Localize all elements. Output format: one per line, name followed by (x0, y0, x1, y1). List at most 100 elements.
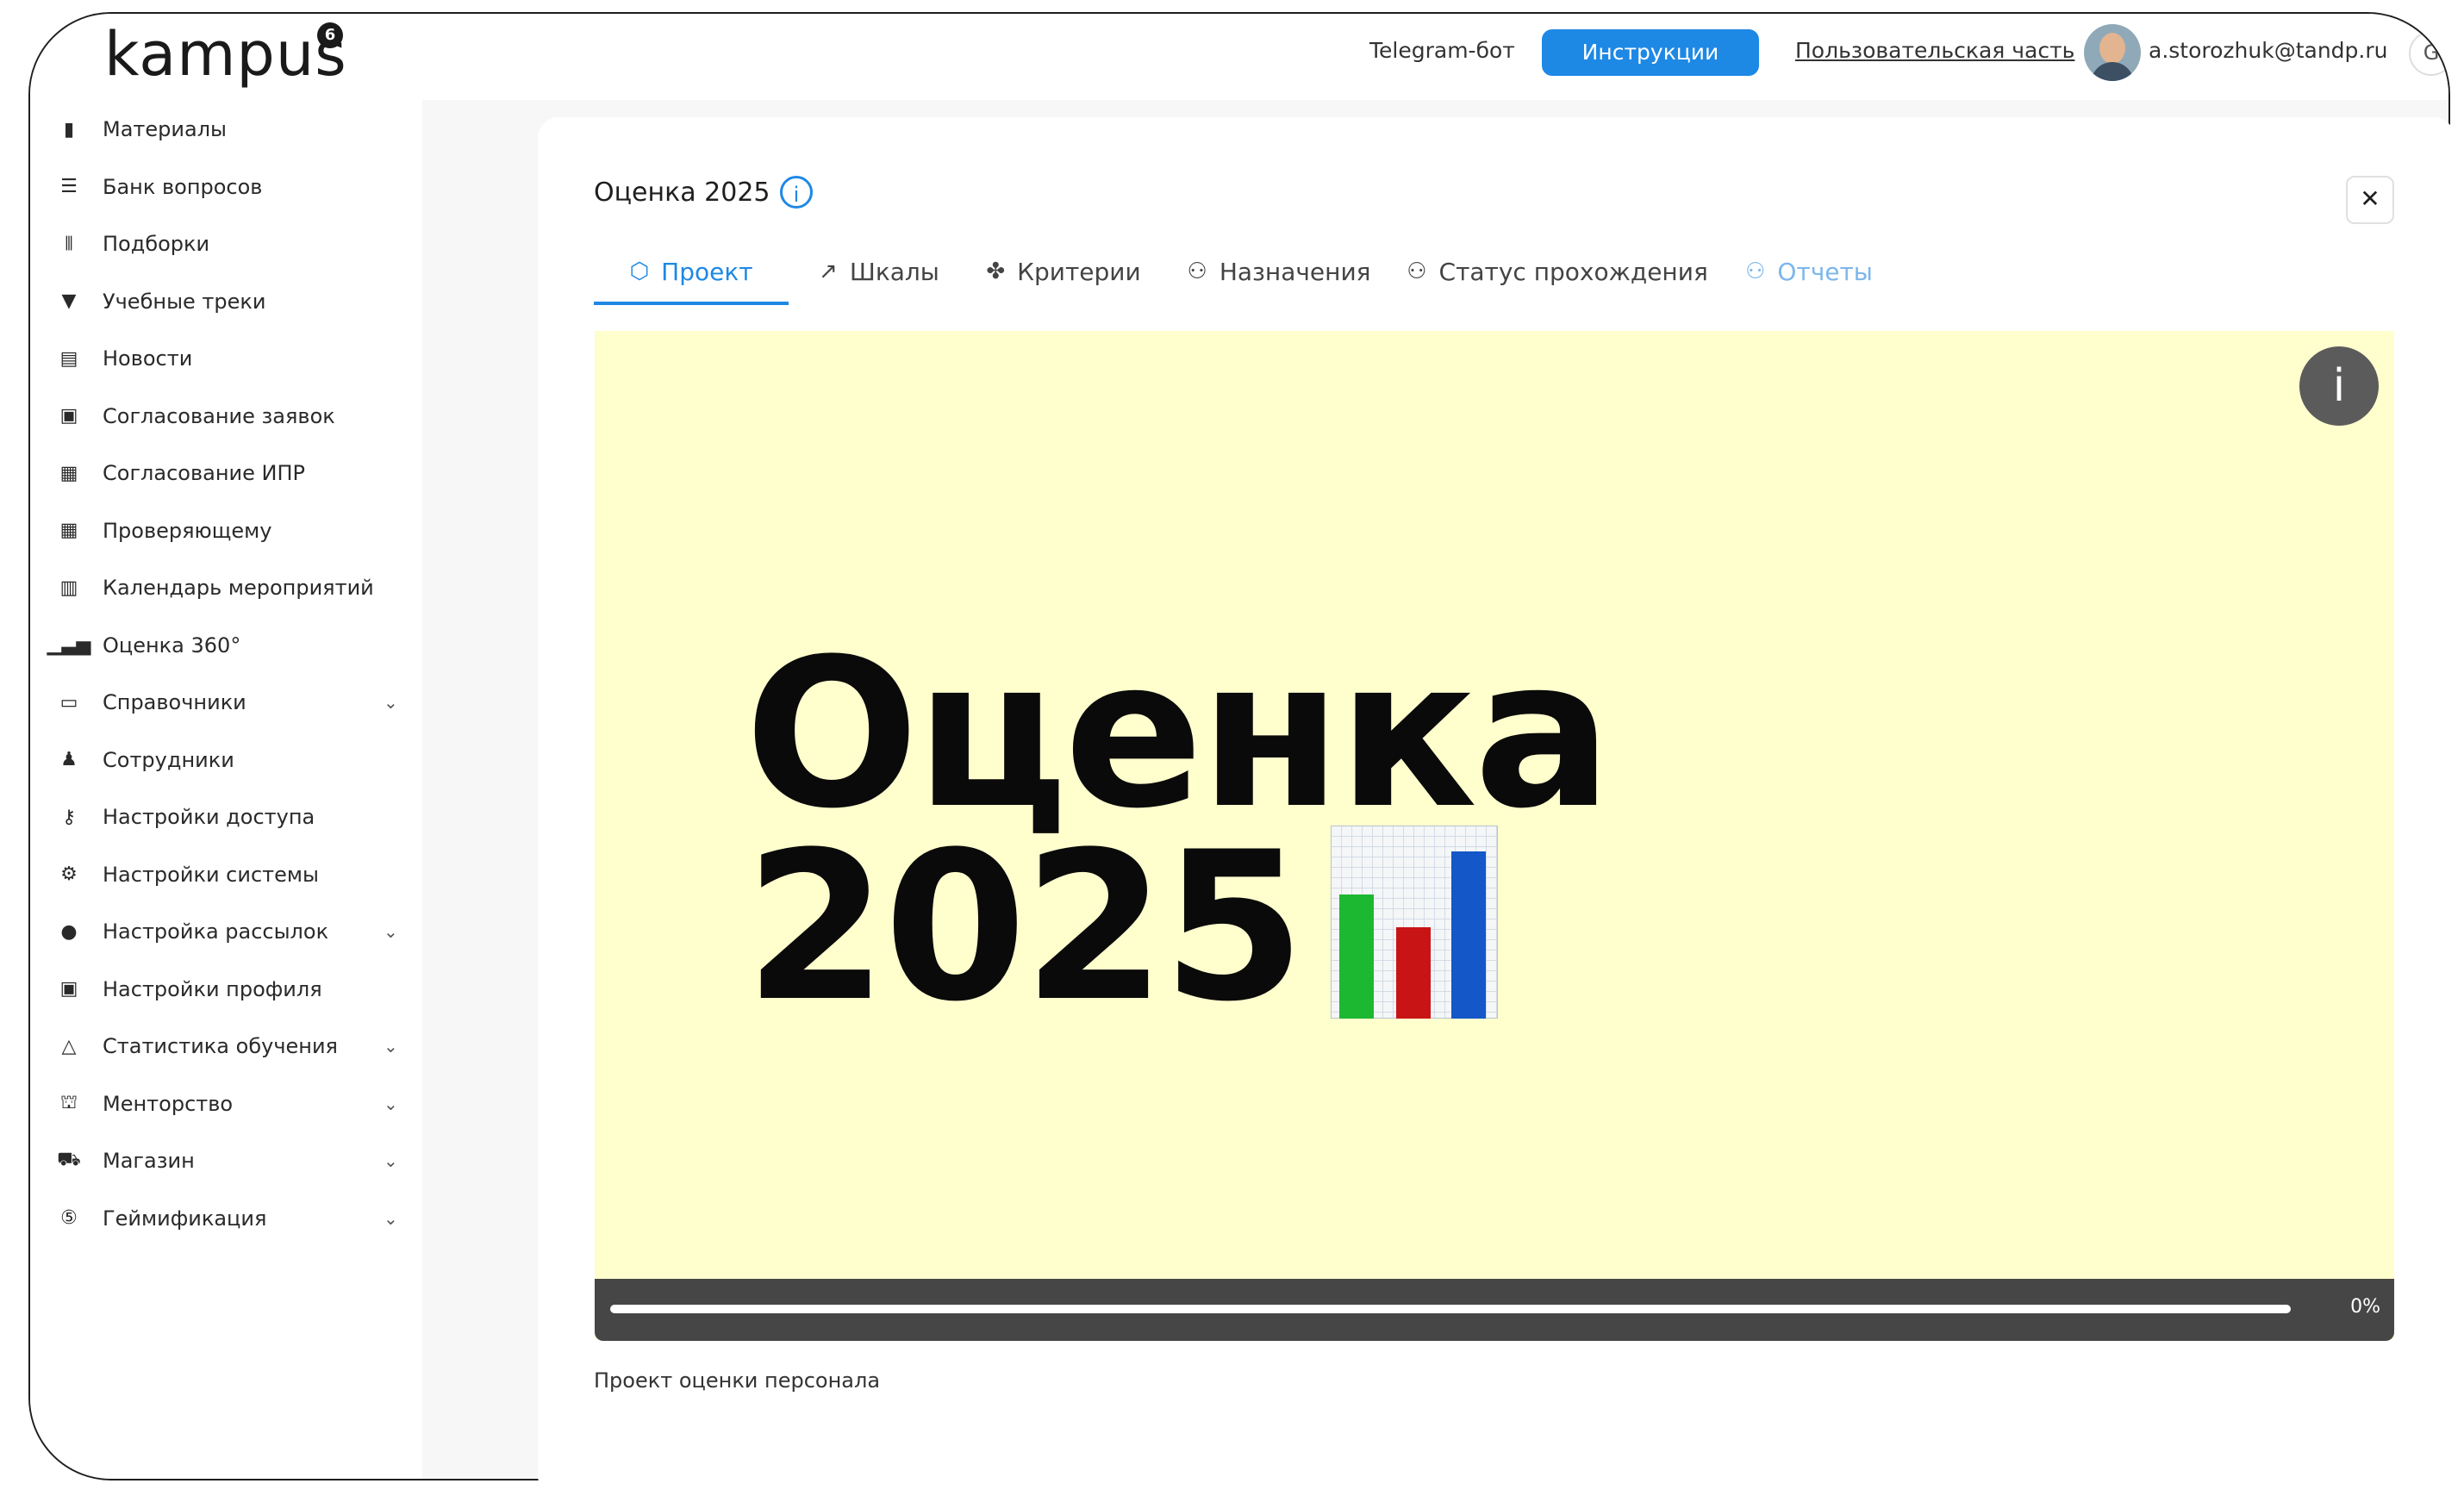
sidebar-item-1[interactable]: ▮ Материалы (30, 105, 409, 153)
gear-icon: ⚙ (60, 863, 78, 885)
sidebar-item-18[interactable]: ⛫ Менторство ⌄ (30, 1080, 409, 1128)
sidebar-item-label: Настройки доступа (103, 805, 315, 829)
media-info-icon[interactable]: i (2299, 346, 2379, 426)
video-progress-bar[interactable]: 0% (595, 1279, 2394, 1341)
sidebar-item-label: Настройки профиля (103, 976, 322, 1001)
tab-3[interactable]: ✤ Критерии (975, 241, 1152, 302)
users-icon: ♟ (60, 749, 78, 770)
kampus-logo[interactable]: kampus (104, 19, 347, 90)
criteria-icon: ✤ (986, 259, 1006, 284)
sidebar-item-20[interactable]: ⑤ Геймификация ⌄ (30, 1194, 409, 1243)
avatar[interactable] (2084, 24, 2141, 81)
bar-chart-emoji-icon (1331, 826, 1498, 1019)
sidebar-item-label: Подборки (103, 232, 210, 256)
sidebar-item-8[interactable]: ▦ Проверяющему (30, 507, 409, 555)
library-icon: ⫴ (65, 233, 73, 255)
info-icon[interactable]: i (780, 176, 813, 209)
chevron-down-icon[interactable]: ⌄ (384, 1036, 398, 1057)
sidebar-item-label: Проверяющему (103, 518, 272, 543)
book-icon: ▮ (63, 118, 75, 140)
page-title: Оценка 2025 (594, 178, 770, 208)
sidebar-item-4[interactable]: ▼ Учебные треки (30, 277, 409, 326)
tab-bar: ⬡ Проект ↗ Шкалы ✤ Критерии ⚇ Назначения ⚇ Статус… (594, 241, 2412, 310)
warning-icon: △ (61, 1035, 77, 1057)
users-status-icon: ⚇ (1407, 259, 1427, 284)
close-button[interactable]: ✕ (2346, 176, 2394, 224)
red-bar (1396, 927, 1431, 1019)
sidebar-item-label: Статистика обучения (103, 1034, 338, 1058)
telegram-bot-link[interactable]: Telegram-бот (1369, 38, 1515, 63)
user-part-link[interactable]: Пользовательская часть (1795, 38, 2074, 63)
org-chart-icon: ⛫ (59, 1091, 78, 1113)
document-search-icon: ▦ (59, 462, 78, 484)
sidebar-item-14[interactable]: ⚙ Настройки системы (30, 851, 409, 899)
top-header: kampus 6 Telegram-бот Инструкции Пользов… (30, 14, 2448, 102)
sidebar-item-15[interactable]: ● Настройка рассылок ⌄ (30, 907, 409, 956)
sidebar-item-10[interactable]: ▁▃▅ Оценка 360° (30, 621, 409, 670)
logo-badge: 6 (317, 22, 343, 48)
sidebar-item-16[interactable]: ▣ Настройки профиля (30, 965, 409, 1013)
sidebar-item-label: Справочники (103, 690, 246, 714)
user-email[interactable]: a.storozhuk@tandp.ru (2149, 38, 2387, 63)
bookmark-icon: ▼ (61, 290, 77, 312)
chat-icon: ● (60, 920, 78, 943)
sidebar-item-label: Материалы (103, 117, 227, 141)
cube-icon: ⬡ (629, 259, 650, 284)
blue-bar (1451, 851, 1486, 1019)
calendar-icon: ▥ (59, 577, 78, 599)
sidebar-item-11[interactable]: ▭ Справочники ⌄ (30, 678, 409, 726)
sidebar-item-label: Календарь мероприятий (103, 576, 374, 600)
sidebar-item-7[interactable]: ▦ Согласование ИПР (30, 449, 409, 497)
video-preview[interactable]: i Оценка 2025 (595, 331, 2394, 1339)
tab-2[interactable]: ↗ Шкалы (806, 241, 952, 302)
sidebar-item-label: Магазин (103, 1149, 195, 1173)
sidebar-item-17[interactable]: △ Статистика обучения ⌄ (30, 1022, 409, 1070)
chevron-down-icon[interactable]: ⌄ (384, 692, 398, 713)
tab-5[interactable]: ⚇ Статус прохождения (1402, 241, 1712, 302)
key-icon: ⚷ (61, 806, 77, 828)
preview-year: 2025 (745, 808, 1305, 1047)
sidebar-item-12[interactable]: ♟ Сотрудники (30, 736, 409, 784)
sidebar-item-13[interactable]: ⚷ Настройки доступа (30, 793, 409, 841)
chevron-down-icon[interactable]: ⌄ (384, 921, 398, 942)
sidebar-item-label: Оценка 360° (103, 633, 241, 658)
sidebar-item-9[interactable]: ▥ Календарь мероприятий (30, 564, 409, 612)
chevron-down-icon[interactable]: ⌄ (384, 1150, 398, 1171)
sidebar-item-label: Банк вопросов (103, 174, 263, 199)
sidebar-item-19[interactable]: ⛟ Магазин ⌄ (30, 1137, 409, 1185)
cart-icon: ⛟ (57, 1149, 81, 1170)
tab-4[interactable]: ⚇ Назначения (1173, 241, 1385, 302)
tab-label: Шкалы (849, 257, 939, 286)
database-icon: ☰ (60, 176, 78, 197)
project-description: Проект оценки персонала (594, 1368, 881, 1393)
chevron-down-icon[interactable]: ⌄ (384, 1208, 398, 1229)
sidebar-item-label: Согласование заявок (103, 403, 335, 428)
green-bar (1339, 894, 1374, 1019)
sidebar-item-label: Геймификация (103, 1206, 267, 1231)
sidebar-item-5[interactable]: ▤ Новости (30, 334, 409, 383)
chevron-down-icon[interactable]: ⌄ (384, 1094, 398, 1114)
sidebar-item-3[interactable]: ⫴ Подборки (30, 220, 409, 268)
sidebar-item-6[interactable]: ▣ Согласование заявок (30, 392, 409, 440)
newspaper-icon: ▤ (59, 347, 78, 370)
profile-card-icon: ▣ (59, 978, 78, 1000)
sidebar-item-label: Настройки системы (103, 862, 319, 887)
coin-icon: ⑤ (60, 1207, 78, 1229)
sidebar-item-label: Сотрудники (103, 747, 234, 772)
logout-icon[interactable]: G (2409, 31, 2448, 76)
sidebar-item-2[interactable]: ☰ Банк вопросов (30, 163, 409, 211)
tab-1[interactable]: ⬡ Проект (594, 241, 789, 305)
sidebar-item-label: Настройка рассылок (103, 919, 329, 944)
users-report-icon: ⚇ (1745, 259, 1766, 284)
tab-6[interactable]: ⚇ Отчеты (1731, 241, 1887, 302)
clipboard-check-icon: ▣ (59, 405, 78, 427)
trend-icon: ↗ (819, 259, 838, 284)
tab-label: Отчеты (1777, 257, 1873, 286)
tab-label: Критерии (1017, 257, 1141, 286)
progress-track[interactable] (610, 1305, 2291, 1313)
instructions-button[interactable]: Инструкции (1542, 29, 1759, 76)
tab-label: Статус прохождения (1438, 257, 1708, 286)
sidebar-item-label: Менторство (103, 1091, 234, 1116)
sidebar-item-label: Учебные треки (103, 289, 266, 314)
tab-label: Назначения (1219, 257, 1371, 286)
